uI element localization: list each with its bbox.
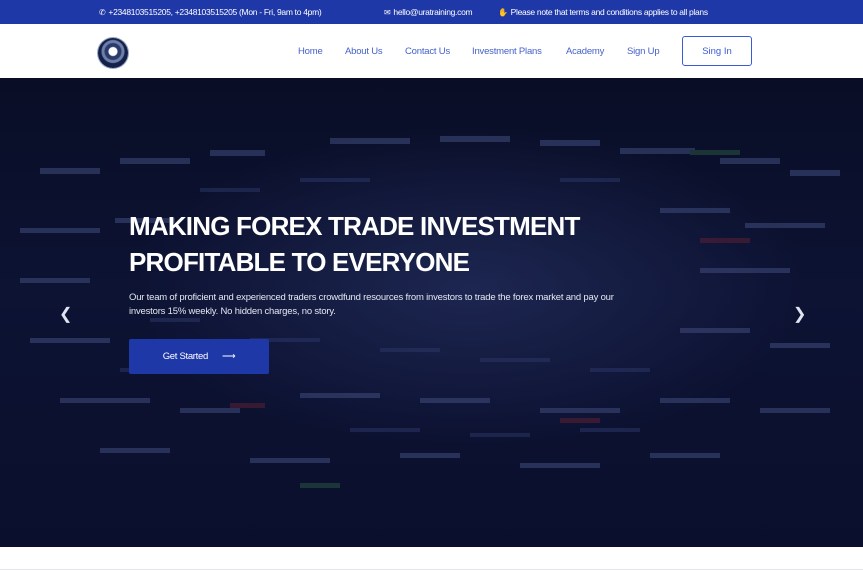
handshake-icon: ✋: [498, 7, 508, 17]
chevron-left-icon[interactable]: ❮: [59, 304, 72, 324]
get-started-button[interactable]: Get Started ⟶: [129, 339, 269, 374]
site-logo[interactable]: [98, 38, 128, 68]
nav-about-us[interactable]: About Us: [345, 24, 383, 78]
hero-subtext: Our team of proficient and experienced t…: [129, 292, 614, 317]
arrow-right-icon: ⟶: [221, 351, 236, 362]
get-started-label: Get Started: [162, 351, 209, 362]
nav-sign-up[interactable]: Sign Up: [627, 24, 660, 78]
phone-info: ✆ +2348103515205, +2348103515205 (Mon - …: [99, 0, 322, 24]
nav-home[interactable]: Home: [298, 24, 323, 78]
chevron-right-icon[interactable]: ❯: [793, 304, 806, 324]
hero-headline-line-2: PROFITABLE TO EVERYONE: [129, 247, 470, 277]
hero-headline-line-1: MAKING FOREX TRADE INVESTMENT: [129, 211, 580, 241]
notice-text: Please note that terms and conditions ap…: [510, 7, 708, 17]
phone-icon: ✆: [99, 7, 106, 17]
sign-in-button[interactable]: Sing In: [682, 36, 752, 66]
below-hero-section: [0, 547, 863, 571]
divider: [0, 569, 863, 570]
nav-contact-us[interactable]: Contact Us: [405, 24, 450, 78]
email-text[interactable]: hello@uratraining.com: [393, 7, 472, 17]
hero-slider: ❮ ❯ MAKING FOREX TRADE INVESTMENT PROFIT…: [0, 78, 863, 547]
nav-academy[interactable]: Academy: [566, 24, 604, 78]
hero-headline: MAKING FOREX TRADE INVESTMENT PROFITABLE…: [129, 208, 629, 280]
envelope-icon: ✉: [384, 7, 391, 17]
nav-investment-plans[interactable]: Investment Plans: [472, 24, 542, 78]
main-navbar: Home About Us Contact Us Investment Plan…: [0, 24, 863, 79]
notice-info: ✋ Please note that terms and conditions …: [498, 0, 708, 24]
phone-text: +2348103515205, +2348103515205 (Mon - Fr…: [108, 7, 322, 17]
email-info[interactable]: ✉ hello@uratraining.com: [384, 0, 473, 24]
top-info-bar: ✆ +2348103515205, +2348103515205 (Mon - …: [0, 0, 863, 24]
